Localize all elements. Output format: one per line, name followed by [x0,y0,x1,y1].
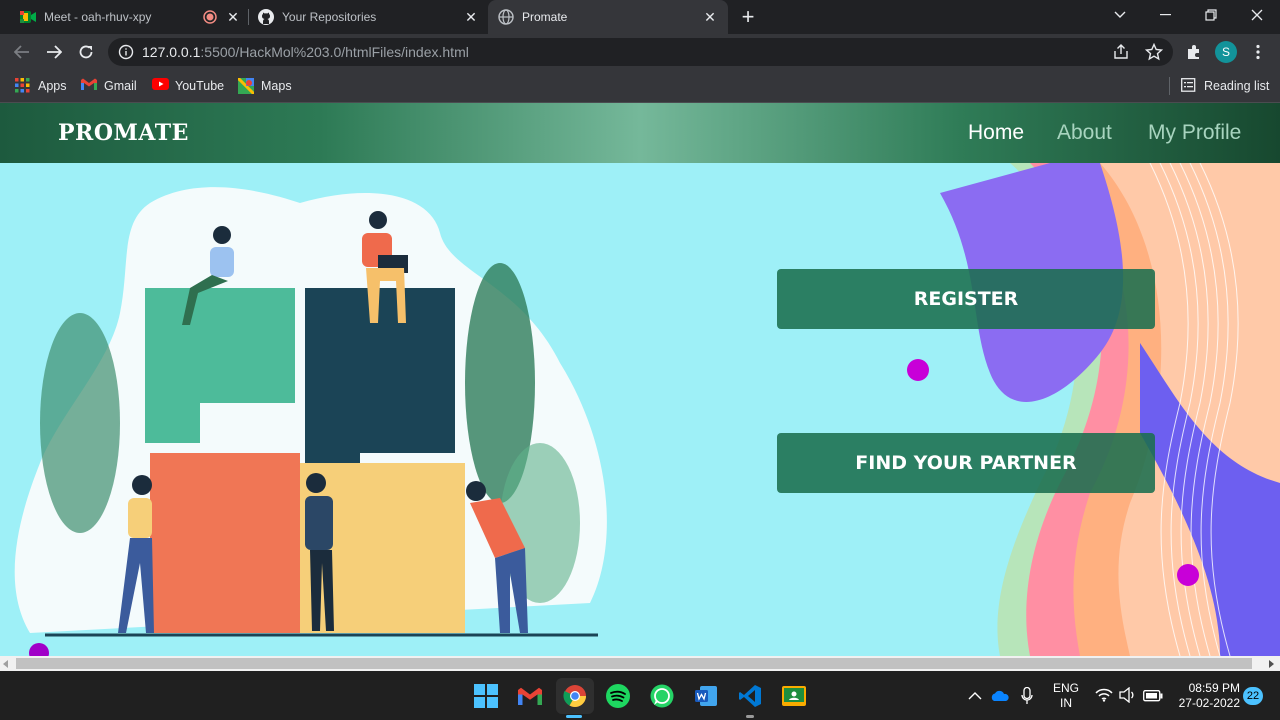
site-navbar: PROMATE Home About My Profile [0,103,1280,163]
word-icon[interactable] [692,682,720,710]
globe-icon [498,9,514,25]
minimize-button[interactable] [1142,0,1188,30]
language-code: ENG [1052,681,1079,695]
bookmark-gmail[interactable]: Gmail [81,76,137,96]
reading-list-label: Reading list [1204,79,1270,93]
recording-icon [203,10,217,24]
tab-meet[interactable]: Meet - oah-rhuv-xpy ✕ [10,0,246,34]
register-button[interactable]: REGISTER [777,269,1155,329]
apps-grid-icon [15,78,31,94]
url-path: :5500/HackMol%203.0/htmlFiles/index.html [200,44,469,60]
forward-button[interactable] [40,38,68,66]
clock-date: 27-02-2022 [1178,696,1240,710]
bookmark-star-icon[interactable] [1144,42,1164,66]
github-icon [258,9,274,25]
page-viewport: PROMATE Home About My Profile REGISTER F… [0,103,1280,656]
close-icon[interactable]: ✕ [702,9,718,25]
profile-avatar[interactable]: S [1215,41,1237,63]
scroll-left-arrow[interactable] [3,660,8,668]
whatsapp-icon[interactable] [648,682,676,710]
volume-icon[interactable] [1119,686,1137,708]
restore-button[interactable] [1188,0,1234,30]
wave-decoration [907,162,1280,656]
url-text[interactable]: 127.0.0.1:5500/HackMol%203.0/htmlFiles/i… [142,44,469,60]
tab-promate[interactable]: Promate ✕ [488,0,728,34]
notification-badge[interactable]: 22 [1243,687,1263,705]
browser-toolbar: 127.0.0.1:5500/HackMol%203.0/htmlFiles/i… [0,34,1280,70]
chrome-icon[interactable] [556,678,594,714]
tab-repositories[interactable]: Your Repositories ✕ [250,0,486,34]
new-tab-button[interactable]: + [736,4,760,30]
bookmark-divider [1169,77,1170,95]
address-bar[interactable]: 127.0.0.1:5500/HackMol%203.0/htmlFiles/i… [108,38,1173,66]
bookmark-apps[interactable]: Apps [15,76,67,96]
reading-list-button[interactable]: Reading list [1181,76,1269,96]
wifi-icon[interactable] [1095,688,1113,707]
scroll-right-arrow[interactable] [1269,660,1274,668]
url-host: 127.0.0.1 [142,44,201,60]
windows-start-icon[interactable] [472,682,500,710]
clock-time: 08:59 PM [1188,681,1240,695]
battery-icon[interactable] [1143,689,1163,707]
bookmark-maps[interactable]: Maps [236,76,292,96]
meet-icon [20,9,36,25]
close-window-button[interactable] [1234,0,1280,30]
maps-icon [236,76,256,96]
microphone-icon[interactable] [1021,686,1033,710]
youtube-icon [152,78,169,94]
nav-home[interactable]: Home [968,121,1024,145]
clock[interactable]: 08:59 PM 27-02-2022 [1170,681,1240,711]
tab-separator [248,9,249,25]
site-brand[interactable]: PROMATE [58,120,189,146]
nav-my-profile[interactable]: My Profile [1148,121,1241,145]
scrollbar-thumb[interactable] [16,658,1252,669]
onedrive-icon[interactable] [990,689,1010,707]
bookmark-label: Apps [38,79,67,93]
reading-list-icon [1181,78,1197,94]
windows-taskbar: ENG IN 08:59 PM 27-02-2022 22 [0,671,1280,720]
tab-title: Promate [522,10,568,24]
classroom-icon[interactable] [780,682,808,710]
active-app-indicator [566,715,582,718]
running-app-indicator [746,715,754,718]
menu-icon[interactable] [1244,38,1272,66]
gmail-icon [81,78,97,94]
spotify-icon[interactable] [604,682,632,710]
reload-button[interactable] [72,38,100,66]
close-icon[interactable]: ✕ [463,9,479,25]
browser-tab-strip: Meet - oah-rhuv-xpy ✕ Your Repositories … [0,0,1280,34]
horizontal-scrollbar[interactable] [0,656,1280,671]
close-icon[interactable]: ✕ [225,9,241,25]
extensions-icon[interactable] [1180,38,1208,66]
share-icon[interactable] [1112,43,1130,66]
show-hidden-icons[interactable] [968,687,982,701]
bookmark-label: YouTube [175,79,225,93]
info-icon[interactable] [118,44,134,65]
bookmark-label: Gmail [104,79,137,93]
gmail-icon[interactable] [516,682,544,710]
back-button[interactable] [8,38,36,66]
tab-search-icon[interactable] [1097,0,1143,30]
vscode-icon[interactable] [736,682,764,710]
find-partner-button[interactable]: FIND YOUR PARTNER [777,433,1155,493]
region-code: IN [1060,696,1072,710]
decor-dot [29,643,49,656]
language-indicator[interactable]: ENG IN [1048,681,1084,711]
bookmarks-bar: Apps Gmail YouTube Maps Reading list [0,70,1280,103]
puzzle-team-illustration [14,187,607,637]
bookmark-youtube[interactable]: YouTube [152,76,224,96]
bookmark-label: Maps [261,79,292,93]
nav-about[interactable]: About [1057,121,1112,145]
tab-title: Meet - oah-rhuv-xpy [44,10,152,24]
tab-title: Your Repositories [282,10,377,24]
